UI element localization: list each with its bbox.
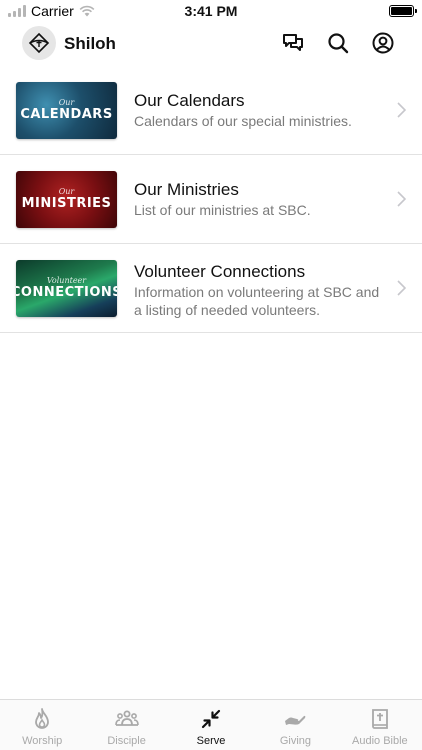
chevron-right-icon — [397, 191, 406, 207]
item-title: Our Calendars — [134, 91, 245, 110]
bible-icon — [371, 709, 388, 729]
search-icon[interactable] — [326, 31, 350, 55]
thumbnail-script-text: Our — [58, 98, 75, 107]
item-subtitle: Calendars of our special ministries. — [134, 113, 352, 129]
list-item-ministries[interactable]: Our MINISTRIES Our Ministries List of ou… — [0, 155, 422, 244]
church-logo-icon[interactable] — [22, 26, 56, 60]
tab-serve[interactable]: Serve — [169, 700, 253, 750]
item-title: Our Ministries — [134, 180, 239, 199]
people-icon — [114, 710, 139, 726]
tab-worship[interactable]: Worship — [0, 700, 84, 750]
item-title: Volunteer Connections — [134, 262, 306, 281]
thumbnail-script-text: Volunteer — [46, 276, 87, 285]
thumbnail-script-text: Our — [58, 187, 75, 196]
tab-label: Serve — [196, 735, 226, 747]
thumbnail-title-text: CONNECTIONS — [16, 285, 117, 300]
flame-icon — [35, 708, 50, 729]
battery-icon — [389, 5, 417, 17]
serve-list: Our CALENDARS Our Calendars Calendars of… — [0, 66, 422, 333]
tab-label: Worship — [22, 735, 63, 747]
thumbnail-title-text: CALENDARS — [20, 107, 113, 122]
chevron-right-icon — [397, 280, 406, 296]
arrows-in-icon — [201, 709, 221, 729]
profile-icon[interactable] — [371, 31, 395, 55]
tab-label: Disciple — [107, 735, 146, 747]
chat-icon[interactable] — [281, 31, 305, 55]
status-bar: Carrier 3:41 PM — [0, 0, 422, 22]
tab-label: Giving — [279, 735, 312, 747]
tab-label: Audio Bible — [352, 735, 408, 747]
giving-hand-icon — [285, 715, 306, 725]
ministries-thumbnail: Our MINISTRIES — [16, 171, 117, 228]
status-time: 3:41 PM — [184, 3, 238, 19]
chevron-right-icon — [397, 102, 406, 118]
item-subtitle: Information on volunteering at SBC and a… — [134, 284, 380, 318]
list-item-calendars[interactable]: Our CALENDARS Our Calendars Calendars of… — [0, 66, 422, 155]
tab-audio-bible[interactable]: Audio Bible — [338, 700, 422, 750]
list-item-volunteer-connections[interactable]: Volunteer CONNECTIONS Volunteer Connecti… — [0, 244, 422, 333]
bottom-tab-bar: Worship Disciple Serve Giving Audio Bibl… — [0, 699, 422, 750]
app-header: Shiloh — [0, 24, 422, 64]
calendars-thumbnail: Our CALENDARS — [16, 82, 117, 139]
app-title: Shiloh — [64, 34, 116, 53]
tab-disciple[interactable]: Disciple — [84, 700, 168, 750]
item-subtitle: List of our ministries at SBC. — [134, 202, 311, 218]
tab-giving[interactable]: Giving — [253, 700, 337, 750]
thumbnail-title-text: MINISTRIES — [21, 196, 112, 211]
volunteer-thumbnail: Volunteer CONNECTIONS — [16, 260, 117, 317]
